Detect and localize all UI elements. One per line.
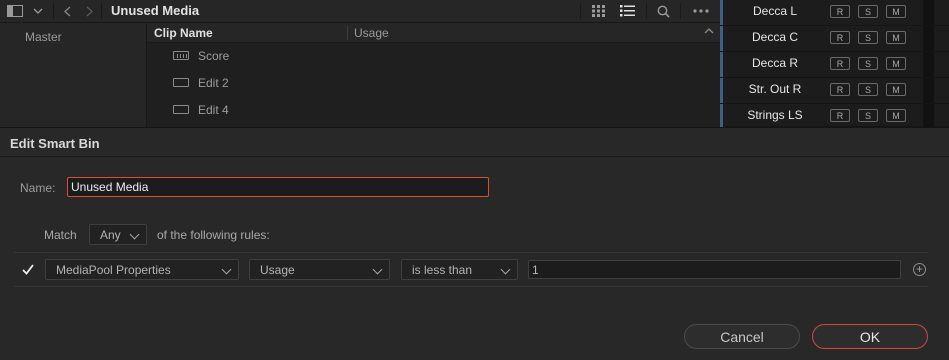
clip-name: Edit 2: [198, 76, 229, 90]
clip-row[interactable]: Edit 2: [147, 70, 720, 96]
bin-title: Unused Media: [111, 3, 200, 18]
chevron-down-icon: [129, 229, 140, 240]
chevron-down-icon[interactable]: [28, 0, 48, 22]
level-meter: [923, 0, 934, 25]
mute-button[interactable]: M: [886, 83, 906, 96]
level-meter: [923, 78, 934, 103]
bin-item-master[interactable]: Master: [25, 30, 62, 44]
clip-name: Edit 4: [198, 103, 229, 117]
clip-icon: [173, 78, 189, 87]
track-name[interactable]: Decca C: [723, 30, 827, 44]
match-value: Any: [100, 228, 121, 242]
track-name[interactable]: Strings LS: [723, 108, 827, 122]
grid-view-icon[interactable]: [588, 0, 610, 22]
dialog-divider: [0, 156, 949, 157]
record-button[interactable]: R: [830, 5, 850, 18]
rule-value-field[interactable]: [528, 260, 901, 279]
list-view-icon[interactable]: [616, 0, 638, 22]
back-icon[interactable]: [57, 0, 77, 22]
mute-button[interactable]: M: [886, 57, 906, 70]
mute-button[interactable]: M: [886, 5, 906, 18]
solo-button[interactable]: S: [858, 57, 878, 70]
rule-property-group-value: MediaPool Properties: [56, 263, 171, 277]
solo-button[interactable]: S: [858, 109, 878, 122]
clip-name: Score: [198, 49, 230, 63]
column-header-clip-name[interactable]: Clip Name: [154, 26, 213, 40]
column-divider[interactable]: [347, 26, 348, 40]
clip-row[interactable]: Score: [147, 43, 720, 69]
solo-button[interactable]: S: [858, 83, 878, 96]
rule-divider: [14, 252, 928, 253]
rule-field-value: Usage: [260, 263, 295, 277]
record-button[interactable]: R: [830, 83, 850, 96]
record-button[interactable]: R: [830, 109, 850, 122]
track-header-panel: Decca L R S M Decca C R S M Decca R R S …: [720, 0, 949, 127]
sort-ascending-icon[interactable]: [704, 25, 714, 37]
track-name[interactable]: Decca L: [723, 4, 827, 18]
chevron-down-icon: [500, 264, 511, 275]
record-button[interactable]: R: [830, 57, 850, 70]
rule-divider: [14, 286, 928, 287]
clip-list-header: Clip Name Usage: [147, 23, 720, 43]
rule-operator-dropdown[interactable]: is less than: [401, 259, 518, 280]
chevron-down-icon: [221, 264, 232, 275]
match-label: Match: [44, 228, 77, 242]
clip-icon: [173, 105, 189, 114]
rule-field-dropdown[interactable]: Usage: [249, 259, 390, 280]
sidebar-toggle-icon[interactable]: [4, 0, 26, 22]
track-header: Decca L R S M: [720, 0, 949, 26]
rule-operator-value: is less than: [412, 263, 473, 277]
solo-button[interactable]: S: [858, 31, 878, 44]
track-header: Strings LS R S M: [720, 104, 949, 127]
search-icon[interactable]: [652, 0, 674, 22]
level-meter: [923, 26, 934, 51]
dialog-title: Edit Smart Bin: [10, 136, 100, 151]
level-meter: [923, 52, 934, 77]
toolbar-divider: [101, 3, 102, 19]
mute-button[interactable]: M: [886, 31, 906, 44]
record-button[interactable]: R: [830, 31, 850, 44]
track-header: Decca R R S M: [720, 52, 949, 78]
toolbar-divider: [580, 3, 581, 19]
track-name[interactable]: Str. Out R: [723, 82, 827, 96]
media-pool-panel: Unused Media Master Clip Name Usage Scor…: [0, 0, 949, 127]
cancel-button[interactable]: Cancel: [684, 324, 800, 349]
match-dropdown[interactable]: Any: [89, 224, 147, 245]
toolbar-divider: [680, 3, 681, 19]
edit-smart-bin-dialog: Edit Smart Bin Name: Match Any of the fo…: [0, 127, 949, 360]
ok-button[interactable]: OK: [812, 324, 928, 349]
following-rules-label: of the following rules:: [157, 228, 270, 242]
track-name[interactable]: Decca R: [723, 56, 827, 70]
add-rule-icon[interactable]: +: [913, 263, 926, 276]
more-icon[interactable]: [688, 0, 714, 22]
bin-list: Master: [0, 23, 147, 127]
media-pool-toolbar: Unused Media: [0, 0, 720, 23]
toolbar-divider: [53, 3, 54, 19]
column-header-usage[interactable]: Usage: [354, 26, 389, 40]
level-meter: [923, 104, 934, 127]
forward-icon[interactable]: [79, 0, 99, 22]
clip-row[interactable]: Edit 4: [147, 97, 720, 123]
name-field[interactable]: [67, 177, 489, 197]
mute-button[interactable]: M: [886, 109, 906, 122]
track-header: Decca C R S M: [720, 26, 949, 52]
name-label: Name:: [20, 181, 56, 195]
timeline-icon: [173, 51, 189, 60]
rule-property-group-dropdown[interactable]: MediaPool Properties: [45, 259, 239, 280]
track-header: Str. Out R R S M: [720, 78, 949, 104]
solo-button[interactable]: S: [858, 5, 878, 18]
toolbar-divider: [646, 3, 647, 19]
rule-enabled-checkbox[interactable]: [21, 264, 35, 278]
chevron-down-icon: [372, 264, 383, 275]
